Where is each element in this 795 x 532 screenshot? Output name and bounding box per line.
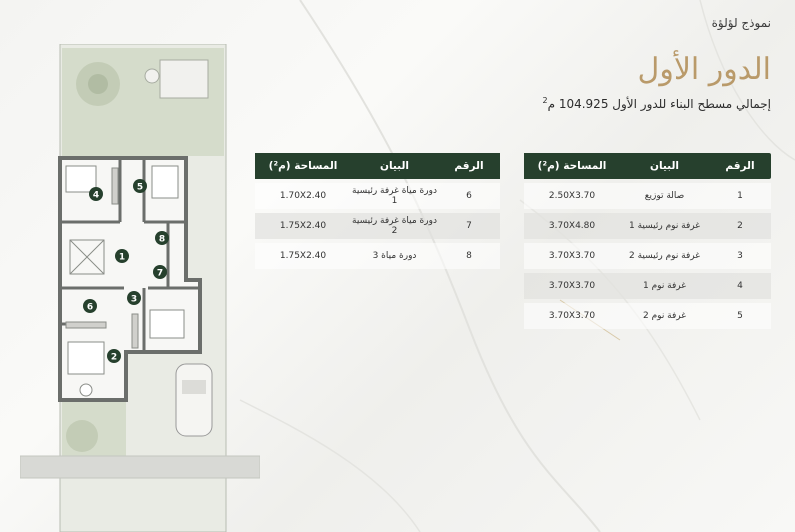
table-header-row: الرقم البيان المساحة (م²)	[255, 153, 500, 179]
bed-icon	[151, 165, 179, 199]
marker-label: 2	[111, 353, 117, 363]
cell-description: غرفة نوم رئيسية 1	[620, 213, 709, 239]
cell-description: دورة مياة غرفة رئيسية 1	[351, 183, 438, 209]
cell-number: 3	[709, 243, 771, 269]
page-subtitle: إجمالي مسطح البناء للدور الأول 104.925 م…	[542, 96, 771, 111]
marker-label: 4	[93, 191, 99, 201]
table-row: 1 صالة توزيع 2.50X3.70	[524, 183, 771, 209]
wardrobe-icon	[131, 313, 139, 349]
cell-area: 3.70X3.70	[524, 303, 620, 329]
model-name: نموذج لؤلؤة	[711, 16, 771, 30]
cell-description: غرفة نوم 2	[620, 303, 709, 329]
outdoor-seating-icon	[159, 59, 209, 99]
cell-number: 6	[438, 183, 500, 209]
col-description-header: البيان	[351, 153, 438, 179]
car-icon	[175, 363, 213, 437]
cell-description: دورة مياة غرفة رئيسية 2	[351, 213, 438, 239]
table-row: 2 غرفة نوم رئيسية 1 3.70X4.80	[524, 213, 771, 239]
cell-number: 7	[438, 213, 500, 239]
bed-icon	[65, 165, 97, 193]
rooms-table-right: الرقم البيان المساحة (م²) 1 صالة توزيع 2.5…	[524, 149, 771, 333]
cell-area: 3.70X3.70	[524, 273, 620, 299]
col-description-header: البيان	[620, 153, 709, 179]
garden-tree-icon	[66, 420, 98, 452]
floor-plan: 1 2 3 4 5 6 7 8	[20, 44, 260, 532]
bed-icon	[149, 309, 185, 339]
page-title: الدور الأول	[637, 52, 771, 87]
table-row: 3 غرفة نوم رئيسية 2 3.70X3.70	[524, 243, 771, 269]
cell-area: 3.70X4.80	[524, 213, 620, 239]
street-strip	[20, 455, 260, 479]
col-number-header: الرقم	[709, 153, 771, 179]
col-area-header: المساحة (م²)	[524, 153, 620, 179]
marker-label: 6	[87, 303, 93, 313]
table-row: 4 غرفة نوم 1 3.70X3.70	[524, 273, 771, 299]
rooms-table-left: الرقم البيان المساحة (م²) 6 دورة مياة غرف…	[255, 149, 500, 273]
cell-number: 4	[709, 273, 771, 299]
cell-number: 2	[709, 213, 771, 239]
room-marker-3: 3	[127, 291, 141, 305]
cell-description: دورة مياة 3	[351, 243, 438, 269]
room-marker-4: 4	[89, 187, 103, 201]
table-row: 5 غرفة نوم 2 3.70X3.70	[524, 303, 771, 329]
cell-number: 1	[709, 183, 771, 209]
room-marker-1: 1	[115, 249, 129, 263]
garden-tree-center	[88, 74, 108, 94]
wardrobe-icon	[65, 321, 107, 329]
outdoor-chair-icon	[144, 68, 160, 84]
room-marker-7: 7	[153, 265, 167, 279]
subtitle-text: إجمالي مسطح البناء للدور الأول 104.925 م	[547, 97, 771, 111]
table-row: 6 دورة مياة غرفة رئيسية 1 1.70X2.40	[255, 183, 500, 209]
marker-label: 7	[157, 269, 163, 279]
car-windshield	[182, 380, 206, 394]
col-number-header: الرقم	[438, 153, 500, 179]
cell-area: 3.70X3.70	[524, 243, 620, 269]
col-area-header: المساحة (م²)	[255, 153, 351, 179]
cell-description: غرفة نوم 1	[620, 273, 709, 299]
room-marker-6: 6	[83, 299, 97, 313]
room-marker-2: 2	[107, 349, 121, 363]
marker-label: 5	[137, 183, 143, 193]
cell-area: 1.70X2.40	[255, 183, 351, 209]
marker-label: 8	[159, 235, 165, 245]
table-row: 8 دورة مياة 3 1.75X2.40	[255, 243, 500, 269]
cell-number: 5	[709, 303, 771, 329]
cell-area: 1.75X2.40	[255, 243, 351, 269]
cell-description: غرفة نوم رئيسية 2	[620, 243, 709, 269]
marker-label: 1	[119, 253, 125, 263]
room-marker-8: 8	[155, 231, 169, 245]
cell-area: 2.50X3.70	[524, 183, 620, 209]
cell-number: 8	[438, 243, 500, 269]
cell-description: صالة توزيع	[620, 183, 709, 209]
marker-label: 3	[131, 295, 137, 305]
bed-icon	[67, 341, 105, 375]
table-header-row: الرقم البيان المساحة (م²)	[524, 153, 771, 179]
wardrobe-icon	[111, 167, 119, 205]
table-row: 7 دورة مياة غرفة رئيسية 2 1.75X2.40	[255, 213, 500, 239]
cell-area: 1.75X2.40	[255, 213, 351, 239]
chair-icon	[79, 383, 93, 397]
room-marker-5: 5	[133, 179, 147, 193]
